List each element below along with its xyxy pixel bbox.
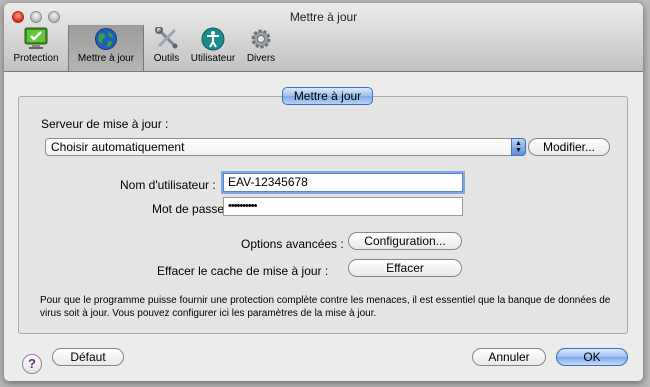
toolbar-protection[interactable]: Protection (4, 25, 68, 71)
toolbar-protection-label: Protection (13, 53, 59, 64)
server-select-value: Choisir automatiquement (51, 140, 185, 154)
password-label: Mot de passe : (152, 202, 231, 216)
user-icon (201, 27, 225, 51)
select-arrows-icon: ▲ ▼ (511, 138, 526, 156)
toolbar-user-label: Utilisateur (190, 53, 236, 64)
default-button[interactable]: Défaut (52, 348, 124, 366)
globe-icon (95, 28, 117, 50)
toolbar-misc-label: Divers (246, 53, 276, 64)
clear-cache-label: Effacer le cache de mise à jour : (157, 264, 329, 278)
server-label: Serveur de mise à jour : (41, 117, 169, 131)
username-label: Nom d'utilisateur : (120, 178, 216, 192)
window-title: Mettre à jour (289, 10, 358, 24)
modify-button[interactable]: Modifier... (528, 138, 610, 156)
toolbar-user[interactable]: Utilisateur (188, 25, 238, 71)
toolbar-misc[interactable]: Divers (240, 25, 282, 71)
server-select[interactable]: Choisir automatiquement ▲ ▼ (45, 138, 526, 156)
username-field[interactable]: EAV-12345678 (223, 173, 463, 192)
panel-tab-update[interactable]: Mettre à jour (282, 87, 373, 105)
toolbar-tools[interactable]: Outils (145, 25, 188, 71)
configuration-button[interactable]: Configuration... (348, 232, 462, 250)
ok-button[interactable]: OK (556, 348, 628, 366)
help-button[interactable]: ? (22, 354, 42, 374)
gear-icon (251, 29, 271, 49)
toolbar-update[interactable]: Mettre à jour (68, 25, 144, 71)
cancel-button[interactable]: Annuler (472, 348, 546, 366)
password-field[interactable]: •••••••••• (223, 197, 463, 216)
toolbar-tools-label: Outils (153, 53, 180, 64)
info-text: Pour que le programme puisse fournir une… (40, 295, 611, 319)
tools-icon (154, 27, 177, 49)
preferences-window: Mettre à jour Protection Mettre à jour O… (4, 3, 643, 381)
titlebar: Mettre à jour Protection Mettre à jour O… (4, 3, 643, 72)
clear-cache-button[interactable]: Effacer (348, 259, 462, 277)
protection-monitor-icon (24, 27, 48, 49)
advanced-options-label: Options avancées : (241, 237, 344, 251)
toolbar-update-label: Mettre à jour (77, 53, 135, 64)
